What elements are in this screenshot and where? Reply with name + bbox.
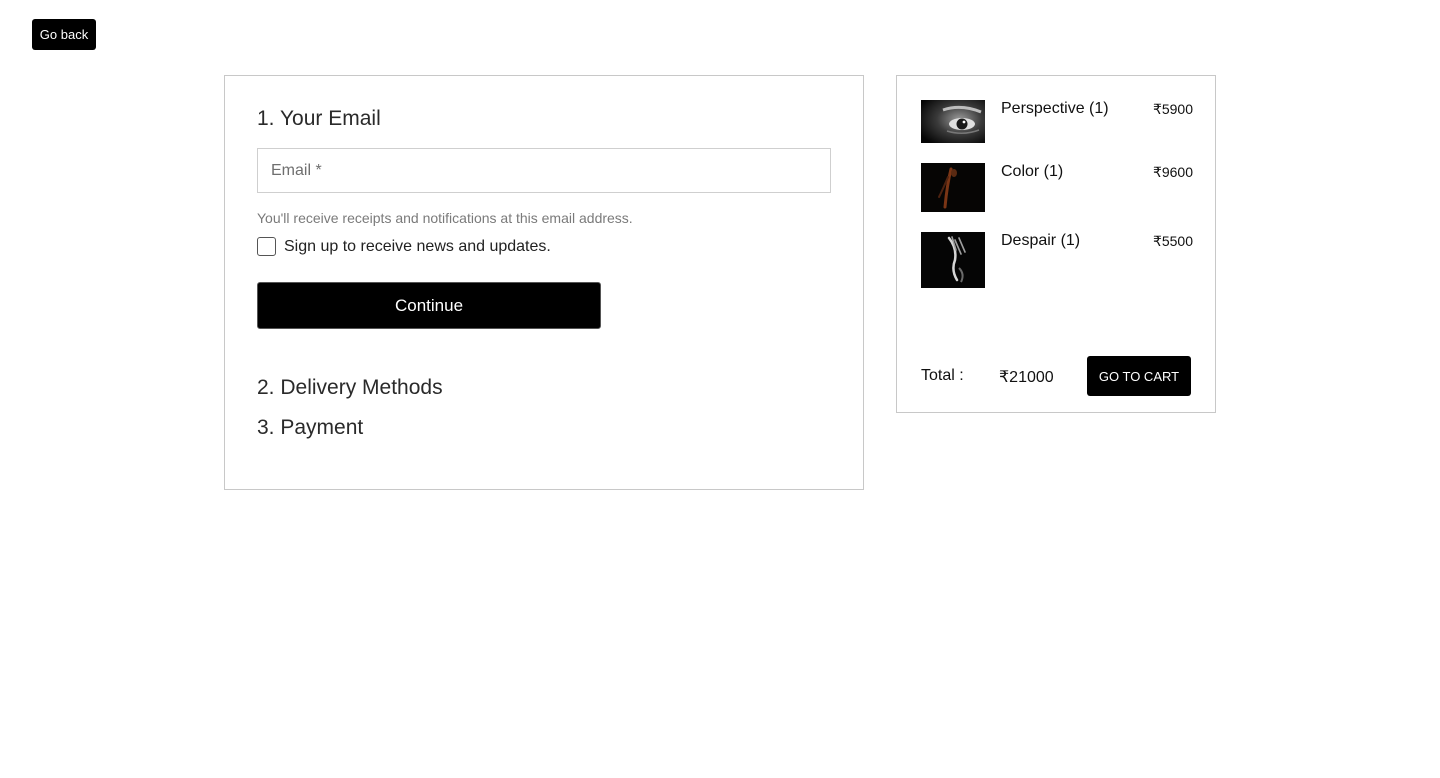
go-to-cart-button[interactable]: GO TO CART <box>1087 356 1191 396</box>
eye-portrait-thumbnail <box>921 100 985 143</box>
checkout-panel: 1. Your Email You'll receive receipts an… <box>224 75 864 490</box>
step-title-email: 1. Your Email <box>257 107 381 130</box>
total-value: ₹21000 <box>999 369 1054 386</box>
newsletter-option[interactable]: Sign up to receive news and updates. <box>257 237 551 256</box>
cart-item[interactable]: Color (1) ₹9600 <box>921 163 1193 212</box>
email-helper-text: You'll receive receipts and notification… <box>257 210 633 226</box>
cart-item-name: Despair (1) <box>1001 232 1081 249</box>
cart-item-price: ₹5500 <box>1152 233 1193 249</box>
cart-item[interactable]: Perspective (1) ₹5900 <box>921 100 1193 144</box>
step-title-payment[interactable]: 3. Payment <box>257 416 363 440</box>
cart-item-price: ₹5900 <box>1152 101 1193 117</box>
dark-figure-thumbnail <box>921 163 985 212</box>
cart-summary-panel: Perspective (1) ₹5900 Color (1) ₹9600 De… <box>896 75 1216 413</box>
email-input[interactable] <box>257 148 831 193</box>
cart-item-name: Perspective (1) <box>1001 100 1109 117</box>
go-back-button[interactable]: Go back <box>32 19 96 50</box>
newsletter-checkbox[interactable] <box>257 237 276 256</box>
cart-item-name: Color (1) <box>1001 163 1064 180</box>
step-title-delivery[interactable]: 2. Delivery Methods <box>257 376 443 400</box>
continue-button[interactable]: Continue <box>257 282 601 329</box>
total-label: Total : <box>921 367 964 384</box>
cart-item-price: ₹9600 <box>1152 164 1193 180</box>
newsletter-label: Sign up to receive news and updates. <box>284 237 551 255</box>
hand-face-thumbnail <box>921 232 985 288</box>
cart-item[interactable]: Despair (1) ₹5500 <box>921 232 1193 288</box>
